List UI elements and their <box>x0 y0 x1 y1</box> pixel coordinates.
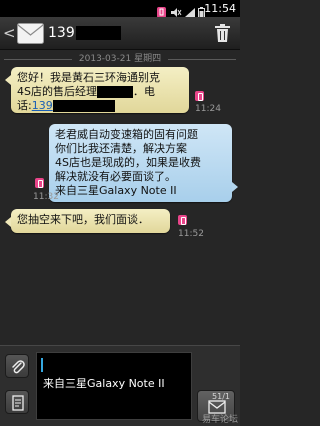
template-button[interactable] <box>5 390 29 414</box>
notification-badge-icon <box>157 3 166 18</box>
status-bar: 11:54 <box>0 0 240 18</box>
outgoing-message-bubble[interactable]: 老君威自动变速箱的固有问题 你们比我还清楚，解决方案 4S店也是现成的，如果是收… <box>49 124 238 202</box>
compose-area: 来自三星Galaxy Note II 51/1 易车论坛 <box>0 345 240 426</box>
message-line: 4S店也是现成的，如果是收费 <box>55 156 201 169</box>
incoming-message-bubble[interactable]: 您好！我是黄石三环海通别克 4S店的售后经理 ．电 话:139 <box>5 67 189 113</box>
date-divider: 2013-03-21 星期四 <box>0 53 240 65</box>
message-line: 解决就没有必要面谈了。 <box>55 170 176 183</box>
sms-badge-icon <box>35 178 44 188</box>
message-time: 11:24 <box>195 104 221 114</box>
message-time: 11:52 <box>178 229 204 239</box>
redacted-phone-block <box>52 100 115 112</box>
bubble-tail <box>5 75 11 85</box>
message-line: 您好！我是黄石三环海通别克 <box>17 71 160 84</box>
message-line: 老君威自动变速箱的固有问题 <box>55 128 198 141</box>
message-time: 11:32 <box>33 192 59 202</box>
text-cursor <box>41 358 43 372</box>
message-line: 你们比我还清楚，解决方案 <box>55 142 187 155</box>
message-line: 4S店的售后经理 ．电 <box>17 85 183 99</box>
message-text: 话: <box>17 99 32 112</box>
message-line: 您抽空来下吧，我们面谈． <box>17 213 149 226</box>
signal-icon <box>184 3 196 17</box>
attach-button[interactable] <box>5 354 29 378</box>
clock: 11:54 <box>204 2 236 15</box>
watermark: 易车论坛 <box>201 415 238 425</box>
sms-badge-icon <box>195 91 204 101</box>
divider-line-right <box>168 59 236 60</box>
message-line: 话:139 <box>17 99 183 113</box>
mute-icon <box>170 3 182 17</box>
redacted-name-block <box>96 86 133 98</box>
back-icon[interactable]: < <box>3 25 16 41</box>
incoming-message-bubble[interactable]: 您抽空来下吧，我们面谈． <box>5 209 170 233</box>
trash-icon[interactable] <box>215 24 230 42</box>
message-text: ．电 <box>132 85 155 98</box>
input-text: 来自三星Galaxy Note II <box>43 377 165 390</box>
envelope-icon <box>17 23 44 44</box>
bubble-tail <box>232 182 238 192</box>
redacted-contact-block <box>76 26 121 40</box>
bubble-tail <box>5 217 11 227</box>
contact-number[interactable]: 139 <box>48 25 75 42</box>
message-line: 来自三星Galaxy Note II <box>55 184 177 197</box>
message-text: 4S店的售后经理 <box>17 85 97 98</box>
message-input[interactable]: 来自三星Galaxy Note II <box>36 352 192 420</box>
sms-badge-icon <box>178 215 187 225</box>
phone-number-link[interactable]: 139 <box>32 99 53 112</box>
conversation-header: < 139 <box>0 17 240 50</box>
